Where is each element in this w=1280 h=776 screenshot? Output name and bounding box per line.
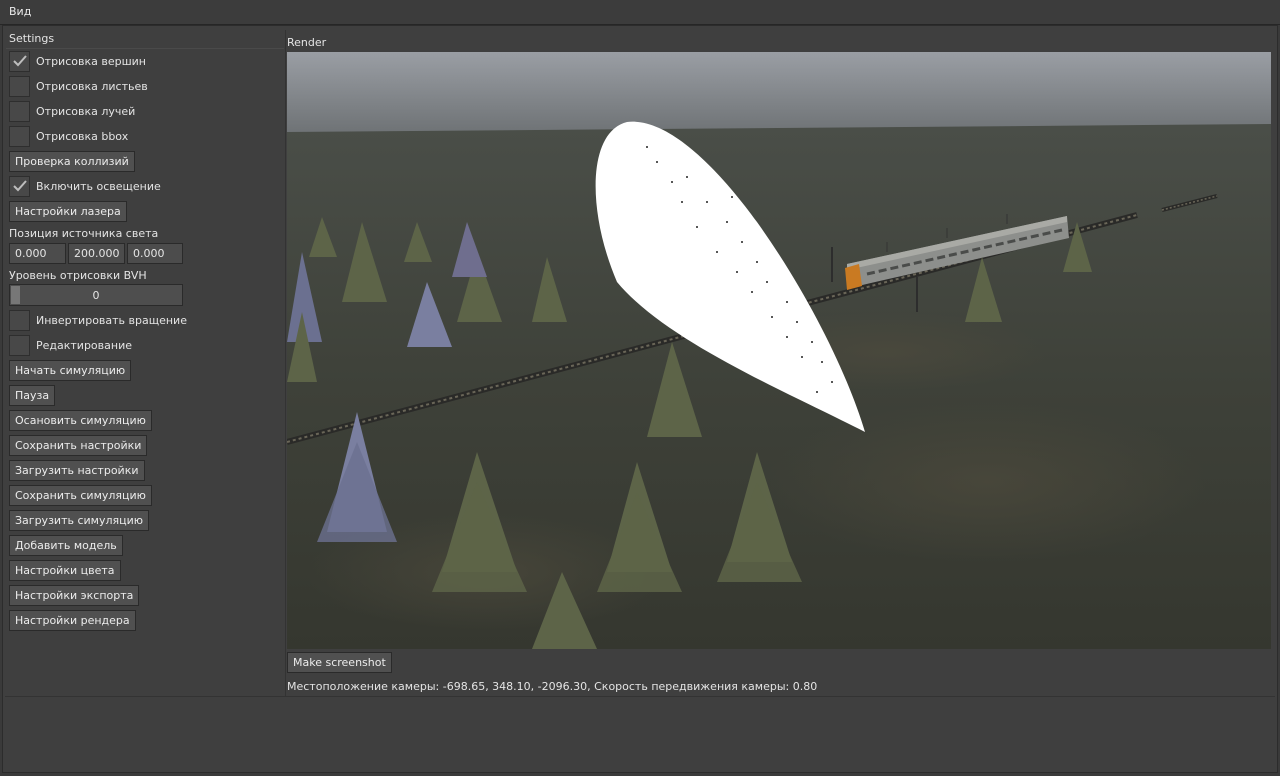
start-simulation-button[interactable]: Начать симуляцию bbox=[9, 360, 132, 381]
light-position-y-field[interactable]: 200.000 bbox=[68, 243, 125, 264]
draw-rays-checkbox[interactable] bbox=[9, 100, 30, 122]
make-screenshot-button[interactable]: Make screenshot bbox=[287, 652, 392, 673]
draw-rays-label: Отрисовка лучей bbox=[36, 104, 136, 118]
scene-render bbox=[287, 52, 1271, 649]
draw-rays-row[interactable]: Отрисовка лучей bbox=[9, 100, 135, 122]
color-settings-button[interactable]: Настройки цвета bbox=[9, 560, 121, 581]
invert-rotation-label: Инвертировать вращение bbox=[36, 313, 187, 327]
enable-lighting-label: Включить освещение bbox=[36, 179, 161, 193]
draw-bbox-label: Отрисовка bbox bbox=[36, 129, 129, 143]
draw-vertices-label: Отрисовка вершин bbox=[36, 54, 146, 68]
sky bbox=[287, 52, 1271, 132]
menu-view[interactable]: Вид bbox=[9, 5, 31, 18]
save-simulation-button[interactable]: Сохранить симуляцию bbox=[9, 485, 152, 506]
add-model-button[interactable]: Добавить модель bbox=[9, 535, 123, 556]
light-position-label: Позиция источника света bbox=[9, 227, 159, 240]
draw-vertices-row[interactable]: Отрисовка вершин bbox=[9, 50, 146, 72]
bvh-level-value: 0 bbox=[92, 289, 100, 302]
camera-status-text: Местоположение камеры: -698.65, 348.10, … bbox=[287, 680, 818, 693]
stop-simulation-button[interactable]: Осановить симуляцию bbox=[9, 410, 152, 431]
menu-bar: Вид bbox=[0, 0, 1280, 25]
editing-row[interactable]: Редактирование bbox=[9, 334, 132, 356]
load-settings-button[interactable]: Загрузить настройки bbox=[9, 460, 145, 481]
editing-label: Редактирование bbox=[36, 338, 132, 352]
render-panel-title: Render bbox=[287, 36, 327, 49]
enable-lighting-checkbox[interactable] bbox=[9, 175, 30, 197]
settings-divider bbox=[6, 48, 284, 49]
draw-leaves-checkbox[interactable] bbox=[9, 75, 30, 97]
draw-bbox-row[interactable]: Отрисовка bbox bbox=[9, 125, 128, 147]
bvh-level-slider[interactable]: 0 bbox=[9, 284, 183, 306]
checkmark-icon bbox=[12, 55, 27, 67]
light-position-z-field[interactable]: 0.000 bbox=[127, 243, 183, 264]
load-simulation-button[interactable]: Загрузить симуляцию bbox=[9, 510, 149, 531]
enable-lighting-row[interactable]: Включить освещение bbox=[9, 175, 161, 197]
draw-bbox-checkbox[interactable] bbox=[9, 125, 30, 147]
pause-button[interactable]: Пауза bbox=[9, 385, 56, 406]
bottom-divider bbox=[5, 696, 1275, 697]
draw-vertices-checkbox[interactable] bbox=[9, 50, 30, 72]
draw-leaves-row[interactable]: Отрисовка листьев bbox=[9, 75, 148, 97]
bvh-level-label: Уровень отрисовки BVH bbox=[9, 269, 147, 282]
render-viewport[interactable] bbox=[287, 52, 1271, 649]
settings-panel-title: Settings bbox=[9, 32, 55, 45]
editing-checkbox[interactable] bbox=[9, 334, 30, 356]
laser-settings-button[interactable]: Настройки лазера bbox=[9, 201, 127, 222]
collision-check-button[interactable]: Проверка коллизий bbox=[9, 151, 135, 172]
light-position-x-field[interactable]: 0.000 bbox=[9, 243, 66, 264]
save-settings-button[interactable]: Сохранить настройки bbox=[9, 435, 148, 456]
export-settings-button[interactable]: Настройки экспорта bbox=[9, 585, 140, 606]
invert-rotation-row[interactable]: Инвертировать вращение bbox=[9, 309, 187, 331]
render-settings-button[interactable]: Настройки рендера bbox=[9, 610, 136, 631]
checkmark-icon bbox=[12, 180, 27, 192]
invert-rotation-checkbox[interactable] bbox=[9, 309, 30, 331]
draw-leaves-label: Отрисовка листьев bbox=[36, 79, 148, 93]
